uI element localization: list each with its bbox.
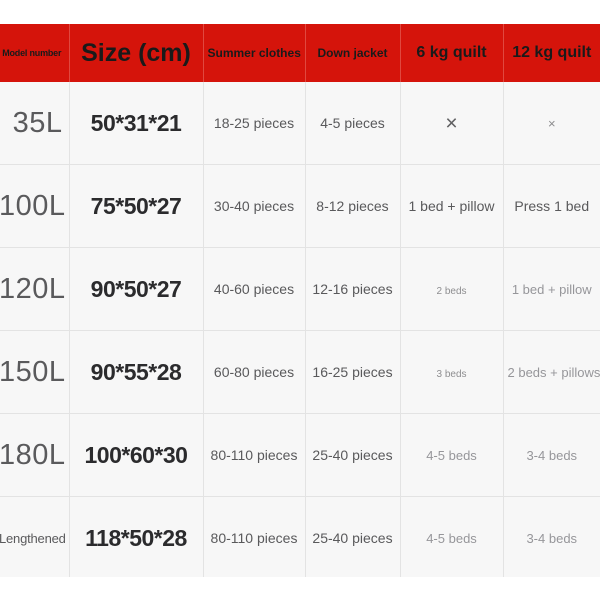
table-row: 120L 90*50*27 40-60 pieces 12-16 pieces …: [0, 247, 600, 331]
cell-6kg-quilt: 3 beds: [400, 330, 504, 414]
column-header-model-number: Model number: [0, 24, 70, 82]
cell-summer-clothes: 18-25 pieces: [203, 82, 306, 165]
table-header-row: Model number Size (cm) Summer clothes Do…: [0, 24, 600, 82]
cell-12kg-quilt: ×: [503, 82, 600, 165]
cell-12kg-quilt-value: 2 beds + pillows: [507, 365, 600, 380]
cell-summer-clothes: 30-40 pieces: [203, 164, 306, 248]
cell-12kg-quilt: 2 beds + pillows: [503, 330, 600, 414]
cell-6kg-quilt: ×: [400, 82, 504, 165]
cell-summer-clothes: 60-80 pieces: [203, 330, 306, 414]
cell-6kg-quilt-value: 3 beds: [436, 369, 467, 380]
column-header-size: Size (cm): [68, 24, 204, 82]
not-available-icon: ×: [547, 116, 556, 131]
not-available-icon: ×: [445, 111, 458, 135]
table-row: 35L 50*31*21 18-25 pieces 4-5 pieces × ×: [0, 82, 600, 165]
cell-6kg-quilt: 2 beds: [400, 247, 504, 331]
cell-model-number: 180L: [0, 413, 70, 497]
cell-model-number: 150L: [0, 330, 70, 414]
size-specification-table: Model number Size (cm) Summer clothes Do…: [0, 24, 600, 577]
cell-down-jacket: 16-25 pieces: [305, 330, 401, 414]
cell-size: 75*50*27: [69, 164, 204, 248]
cell-down-jacket: 25-40 pieces: [305, 413, 401, 497]
cell-6kg-quilt-value: 2 beds: [436, 286, 467, 297]
cell-12kg-quilt-value: 3-4 beds: [526, 531, 578, 546]
cell-model-number: 120L: [0, 247, 70, 331]
column-header-12kg-quilt: 12 kg quilt: [502, 24, 600, 82]
cell-down-jacket: 8-12 pieces: [305, 164, 401, 248]
table-row: Lengthened 118*50*28 80-110 pieces 25-40…: [0, 496, 600, 577]
table-row: 180L 100*60*30 80-110 pieces 25-40 piece…: [0, 413, 600, 497]
cell-6kg-quilt: 1 bed + pillow: [400, 164, 504, 248]
cell-12kg-quilt: 3-4 beds: [503, 413, 600, 497]
cell-size: 90*50*27: [69, 247, 204, 331]
size-chart-sheet: Model number Size (cm) Summer clothes Do…: [0, 0, 600, 600]
column-header-6kg-quilt: 6 kg quilt: [399, 24, 504, 82]
table-body: 35L 50*31*21 18-25 pieces 4-5 pieces × ×…: [0, 82, 600, 577]
cell-12kg-quilt-value: 3-4 beds: [526, 448, 578, 463]
cell-6kg-quilt: 4-5 beds: [400, 413, 504, 497]
cell-summer-clothes: 80-110 pieces: [203, 496, 306, 577]
cell-down-jacket: 4-5 pieces: [305, 82, 401, 165]
cell-model-number: Lengthened: [0, 496, 70, 577]
cell-6kg-quilt-value: 4-5 beds: [426, 448, 477, 463]
cell-summer-clothes: 40-60 pieces: [203, 247, 306, 331]
cell-size: 90*55*28: [69, 330, 204, 414]
cell-size: 50*31*21: [69, 82, 204, 165]
column-header-down-jacket: Down jacket: [304, 24, 401, 82]
cell-size: 100*60*30: [69, 413, 204, 497]
cell-model-number: 35L: [0, 82, 70, 165]
cell-size: 118*50*28: [69, 496, 204, 577]
cell-12kg-quilt: 3-4 beds: [503, 496, 600, 577]
cell-12kg-quilt: 1 bed + pillow: [503, 247, 600, 331]
table-row: 150L 90*55*28 60-80 pieces 16-25 pieces …: [0, 330, 600, 414]
size-table-container: Model number Size (cm) Summer clothes Do…: [0, 24, 600, 577]
cell-6kg-quilt-value: 4-5 beds: [426, 531, 477, 546]
table-row: 100L 75*50*27 30-40 pieces 8-12 pieces 1…: [0, 164, 600, 248]
cell-12kg-quilt: Press 1 bed: [503, 164, 600, 248]
cell-12kg-quilt-value: 1 bed + pillow: [511, 282, 592, 297]
cell-model-number: 100L: [0, 164, 70, 248]
column-header-summer-clothes: Summer clothes: [202, 24, 306, 82]
cell-6kg-quilt: 4-5 beds: [400, 496, 504, 577]
table-header: Model number Size (cm) Summer clothes Do…: [0, 24, 600, 82]
cell-down-jacket: 12-16 pieces: [305, 247, 401, 331]
cell-summer-clothes: 80-110 pieces: [203, 413, 306, 497]
cell-down-jacket: 25-40 pieces: [305, 496, 401, 577]
